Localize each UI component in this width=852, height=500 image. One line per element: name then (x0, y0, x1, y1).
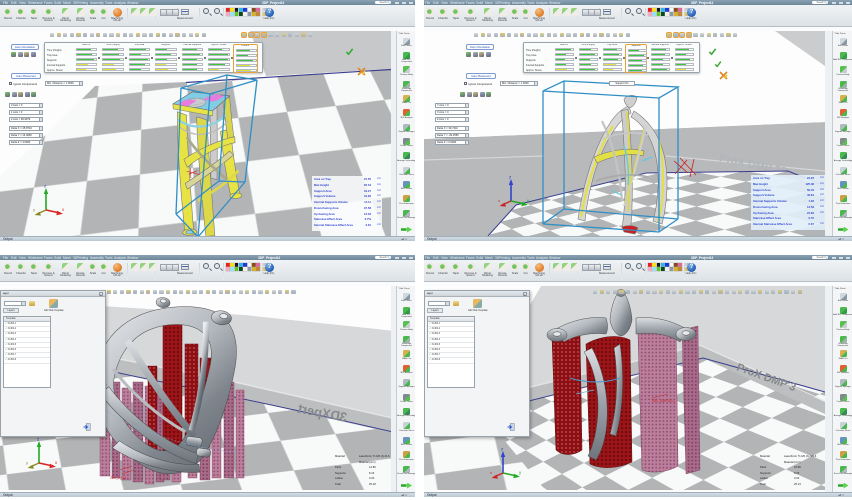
svg-text:y: y (519, 470, 522, 475)
svg-text:x: x (62, 207, 65, 212)
svg-text:5DX_DMP320.1: 5DX_DMP320.1 (652, 399, 675, 403)
svg-text:z: z (37, 437, 40, 442)
svg-text:x: x (490, 470, 492, 475)
svg-text:2DX_2(1).1: 2DX_2(1).1 (110, 476, 127, 480)
svg-text:z: z (509, 175, 512, 180)
svg-text:y: y (26, 460, 28, 465)
svg-text:z: z (501, 447, 504, 452)
svg-text:y: y (527, 198, 530, 203)
svg-text:z: z (44, 184, 47, 189)
svg-text:x: x (498, 198, 500, 203)
svg-text:y: y (33, 207, 35, 212)
svg-text:x: x (55, 460, 58, 465)
svg-text:3DXpert: 3DXpert (296, 401, 348, 425)
